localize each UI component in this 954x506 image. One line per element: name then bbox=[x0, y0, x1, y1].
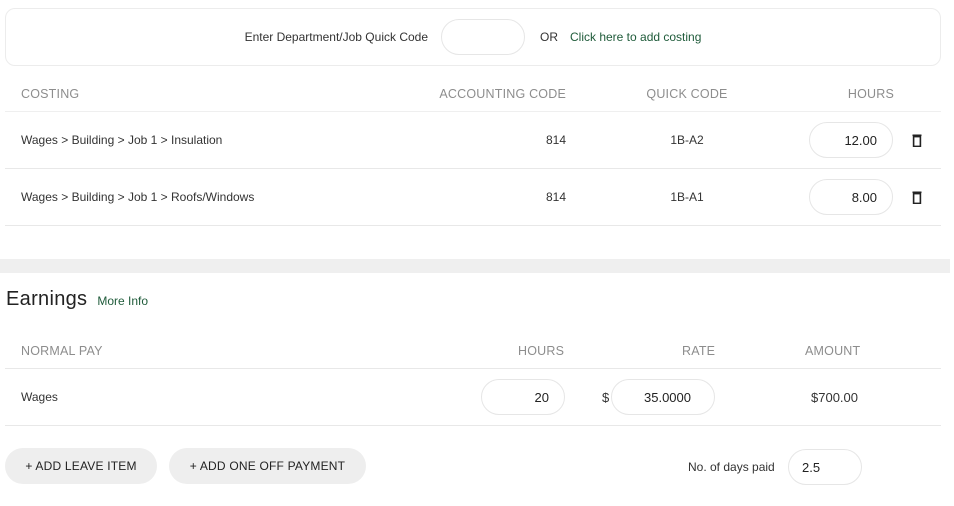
hours-input[interactable] bbox=[809, 179, 893, 215]
hours-input[interactable] bbox=[809, 122, 893, 158]
accounting-code: 814 bbox=[545, 190, 566, 204]
or-text: OR bbox=[540, 30, 558, 44]
currency-symbol: $ bbox=[602, 389, 610, 405]
amount-value: $700.00 bbox=[811, 389, 858, 405]
add-costing-link[interactable]: Click here to add costing bbox=[570, 30, 701, 44]
quick-code: 1B-A2 bbox=[670, 133, 704, 147]
trash-icon[interactable] bbox=[911, 189, 923, 205]
costing-path: Wages > Building > Job 1 > Roofs/Windows bbox=[21, 190, 255, 204]
table-row: Wages $ $700.00 bbox=[5, 369, 941, 426]
table-row: Wages > Building > Job 1 > Roofs/Windows… bbox=[5, 169, 941, 226]
days-paid-input[interactable] bbox=[788, 449, 862, 485]
costing-table-header: COSTING ACCOUNTING CODE QUICK CODE HOURS bbox=[5, 76, 941, 112]
quick-code: 1B-A1 bbox=[670, 190, 704, 204]
more-info-link[interactable]: More Info bbox=[97, 294, 148, 308]
earnings-heading: Earnings More Info bbox=[6, 288, 148, 311]
header-costing: COSTING bbox=[21, 86, 80, 101]
quick-code-bar: Enter Department/Job Quick Code OR Click… bbox=[5, 8, 941, 66]
header-amount: AMOUNT bbox=[805, 343, 861, 358]
earnings-hours-input[interactable] bbox=[481, 379, 565, 415]
costing-path: Wages > Building > Job 1 > Insulation bbox=[21, 133, 223, 147]
quick-code-input[interactable] bbox=[441, 19, 525, 55]
header-hours: HOURS bbox=[518, 343, 565, 358]
earnings-title: Earnings bbox=[6, 288, 88, 310]
accounting-code: 814 bbox=[545, 133, 566, 147]
header-accounting-code: ACCOUNTING CODE bbox=[439, 86, 566, 101]
quick-code-label: Enter Department/Job Quick Code bbox=[244, 30, 428, 44]
earnings-table: NORMAL PAY HOURS RATE AMOUNT Wages $ $70… bbox=[5, 333, 941, 426]
header-rate: RATE bbox=[682, 343, 716, 358]
add-one-off-payment-button[interactable]: + ADD ONE OFF PAYMENT bbox=[169, 448, 366, 484]
pay-item-name: Wages bbox=[21, 390, 58, 404]
earnings-table-header: NORMAL PAY HOURS RATE AMOUNT bbox=[5, 333, 941, 369]
section-divider bbox=[0, 259, 950, 273]
table-row: Wages > Building > Job 1 > Insulation 81… bbox=[5, 112, 941, 169]
days-paid-label: No. of days paid bbox=[688, 460, 775, 474]
header-quick-code: QUICK CODE bbox=[646, 86, 728, 101]
header-hours: HOURS bbox=[847, 86, 894, 101]
rate-input[interactable] bbox=[611, 379, 715, 415]
costing-table: COSTING ACCOUNTING CODE QUICK CODE HOURS… bbox=[5, 76, 941, 226]
header-normal-pay: NORMAL PAY bbox=[21, 343, 103, 358]
add-leave-item-button[interactable]: + ADD LEAVE ITEM bbox=[5, 448, 157, 484]
trash-icon[interactable] bbox=[911, 132, 923, 148]
